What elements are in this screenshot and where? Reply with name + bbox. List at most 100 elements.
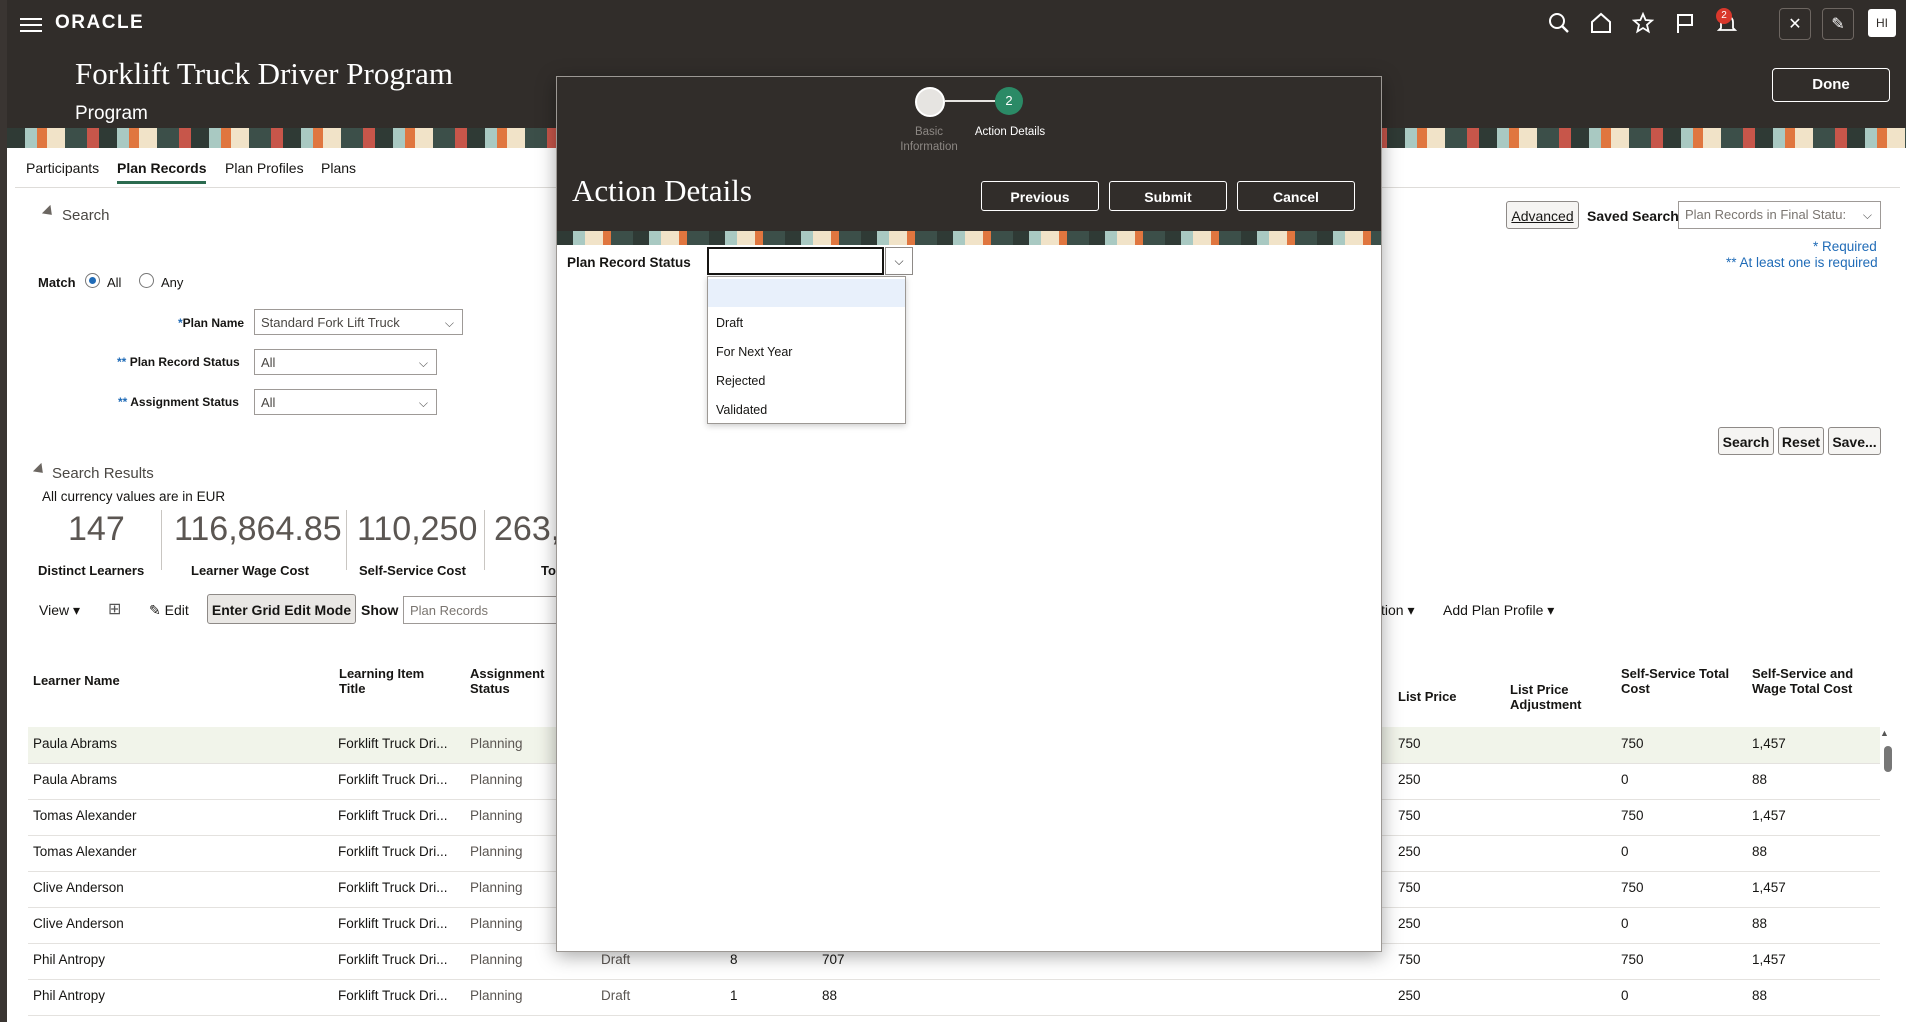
favorites-star-icon[interactable] bbox=[1630, 10, 1656, 36]
plan-name-label: *Plan Name bbox=[178, 316, 245, 330]
search-section-label[interactable]: Search bbox=[62, 207, 110, 224]
cell-self-service-total-cost: 750 bbox=[1621, 808, 1644, 823]
cell-self-service-total-cost: 0 bbox=[1621, 988, 1629, 1003]
cell-assignment-status: Planning bbox=[470, 880, 523, 895]
page-subtitle: Program bbox=[75, 103, 148, 124]
step-basic-information-indicator[interactable] bbox=[915, 87, 945, 117]
cell-learner-name: Tomas Alexander bbox=[33, 844, 137, 859]
chevron-down-icon: ⌵ bbox=[418, 396, 428, 410]
search-icon[interactable] bbox=[1546, 10, 1572, 36]
cell-plan-record-status: Draft bbox=[601, 952, 631, 967]
dialog-decorative-banner bbox=[557, 231, 1381, 245]
plan-name-select[interactable]: Standard Fork Lift Truck ⌵ bbox=[254, 309, 463, 335]
enter-grid-edit-mode-button[interactable]: Enter Grid Edit Mode bbox=[207, 594, 356, 624]
action-menu[interactable]: tion ▾ bbox=[1381, 602, 1415, 619]
save-search-button[interactable]: Save... bbox=[1828, 427, 1881, 455]
cell-learning-item-title: Forklift Truck Dri... bbox=[338, 808, 448, 823]
edit-button[interactable]: ✎ Edit bbox=[149, 602, 189, 619]
freeze-columns-icon[interactable]: ⊞ bbox=[108, 599, 121, 619]
assignment-status-select[interactable]: All ⌵ bbox=[254, 389, 437, 415]
menu-icon[interactable] bbox=[20, 14, 42, 36]
user-avatar[interactable]: HI bbox=[1868, 9, 1896, 37]
scroll-up-icon[interactable]: ▲ bbox=[1880, 728, 1889, 738]
assignment-status-label: ** Assignment Status bbox=[118, 395, 239, 409]
chevron-down-icon: ⌵ bbox=[444, 316, 454, 330]
column-header-learner-name[interactable]: Learner Name bbox=[33, 673, 120, 688]
collapse-results-icon[interactable] bbox=[32, 462, 48, 478]
cell-learning-item-title: Forklift Truck Dri... bbox=[338, 736, 448, 751]
cell-list-price: 750 bbox=[1398, 808, 1421, 823]
dropdown-option-validated[interactable]: Validated bbox=[708, 396, 905, 424]
dialog-title: Action Details bbox=[572, 173, 752, 208]
home-icon[interactable] bbox=[1588, 10, 1614, 36]
search-button[interactable]: Search bbox=[1718, 427, 1774, 455]
dropdown-option-draft[interactable]: Draft bbox=[708, 309, 905, 337]
cell-assignment-status: Planning bbox=[470, 988, 523, 1003]
step-action-details-label: Action Details bbox=[974, 126, 1046, 138]
tab-participants[interactable]: Participants bbox=[26, 160, 99, 176]
tab-plan-profiles[interactable]: Plan Profiles bbox=[225, 160, 304, 176]
cell-list-price: 250 bbox=[1398, 844, 1421, 859]
cell-value: 707 bbox=[822, 952, 845, 967]
cell-self-service-total-cost: 0 bbox=[1621, 916, 1629, 931]
cell-learner-name: Clive Anderson bbox=[33, 880, 124, 895]
saved-search-select[interactable]: Plan Records in Final Statu: ⌵ bbox=[1678, 201, 1881, 229]
plan-record-status-input[interactable] bbox=[707, 247, 884, 275]
cell-assignment-status: Planning bbox=[470, 736, 523, 751]
step-action-details-indicator[interactable]: 2 bbox=[995, 87, 1023, 115]
show-select[interactable]: Plan Records bbox=[403, 596, 563, 624]
cell-learner-name: Clive Anderson bbox=[33, 916, 124, 931]
cell-self-service-wage-total-cost: 88 bbox=[1752, 916, 1768, 931]
currency-note: All currency values are in EUR bbox=[42, 489, 226, 504]
oracle-logo[interactable]: ORACLE bbox=[55, 12, 144, 34]
column-header-learning-item-title[interactable]: Learning Item Title bbox=[339, 666, 439, 696]
column-header-list-price-adjustment[interactable]: List Price Adjustment bbox=[1510, 682, 1600, 712]
column-header-self-service-total-cost[interactable]: Self-Service Total Cost bbox=[1621, 666, 1746, 696]
top-navigation: ORACLE 2 ✕ ✎ HI bbox=[0, 0, 1906, 46]
tools-icon[interactable]: ✎ bbox=[1822, 8, 1854, 40]
dropdown-option-for-next-year[interactable]: For Next Year bbox=[708, 338, 905, 366]
cancel-button[interactable]: Cancel bbox=[1237, 181, 1355, 211]
match-any-radio[interactable] bbox=[139, 273, 154, 288]
search-results-label[interactable]: Search Results bbox=[52, 465, 154, 482]
page-title: Forklift Truck Driver Program bbox=[75, 56, 454, 91]
tab-plans[interactable]: Plans bbox=[321, 160, 356, 176]
submit-button[interactable]: Submit bbox=[1109, 181, 1227, 211]
cell-assignment-status: Planning bbox=[470, 916, 523, 931]
column-header-list-price[interactable]: List Price bbox=[1398, 689, 1457, 704]
view-menu[interactable]: View ▾ bbox=[39, 602, 80, 619]
cell-learning-item-title: Forklift Truck Dri... bbox=[338, 952, 448, 967]
match-all-radio[interactable] bbox=[85, 273, 100, 288]
column-header-assignment-status[interactable]: Assignment Status bbox=[470, 666, 560, 696]
reset-button[interactable]: Reset bbox=[1778, 427, 1824, 455]
plan-record-status-select[interactable]: All ⌵ bbox=[254, 349, 437, 375]
dropdown-option-rejected[interactable]: Rejected bbox=[708, 367, 905, 395]
flag-icon[interactable] bbox=[1672, 10, 1698, 36]
cell-value: 88 bbox=[822, 988, 838, 1003]
add-plan-profile-menu[interactable]: Add Plan Profile ▾ bbox=[1443, 602, 1554, 619]
cell-list-price: 250 bbox=[1398, 916, 1421, 931]
cell-learning-item-title: Forklift Truck Dri... bbox=[338, 772, 448, 787]
cell-list-price: 250 bbox=[1398, 772, 1421, 787]
previous-button[interactable]: Previous bbox=[981, 181, 1099, 211]
cell-self-service-wage-total-cost: 1,457 bbox=[1752, 808, 1786, 823]
chevron-down-icon[interactable]: ⌵ bbox=[885, 247, 913, 275]
cell-self-service-wage-total-cost: 88 bbox=[1752, 772, 1768, 787]
collapse-search-icon[interactable] bbox=[41, 204, 57, 220]
column-header-self-service-wage-total-cost[interactable]: Self-Service and Wage Total Cost bbox=[1752, 666, 1877, 696]
accessibility-user-icon[interactable]: ✕ bbox=[1779, 8, 1811, 40]
table-row[interactable]: Phil Antropy Forklift Truck Dri... Plannin… bbox=[28, 979, 1880, 1016]
table-scrollbar[interactable] bbox=[1882, 730, 1894, 1020]
dropdown-option-blank[interactable] bbox=[708, 279, 905, 307]
tab-plan-records[interactable]: Plan Records bbox=[117, 160, 207, 184]
show-label: Show bbox=[361, 602, 399, 618]
done-button[interactable]: Done bbox=[1772, 68, 1890, 102]
metric-label: To bbox=[541, 563, 556, 578]
table-scroll-thumb[interactable] bbox=[1884, 746, 1892, 772]
cell-self-service-total-cost: 750 bbox=[1621, 880, 1644, 895]
metric-divider bbox=[484, 510, 485, 570]
metric-label: Learner Wage Cost bbox=[191, 563, 309, 578]
notifications-badge: 2 bbox=[1716, 8, 1732, 24]
cell-assignment-status: Planning bbox=[470, 772, 523, 787]
advanced-button[interactable]: Advanced bbox=[1506, 201, 1579, 229]
